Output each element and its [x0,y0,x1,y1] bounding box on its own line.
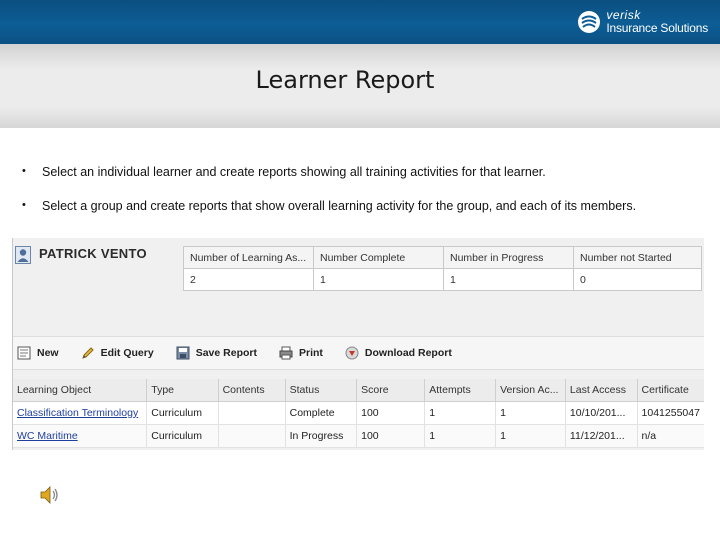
download-report-label: Download Report [364,347,452,359]
edit-query-button[interactable]: Edit Query [81,346,154,360]
grid-cell [218,424,286,448]
summary-header-cell: Number of Learning As... [183,246,314,269]
grid-cell: 11/12/201... [565,424,638,448]
grid-cell: 10/10/201... [565,401,638,425]
summary-value-cell: 1 [313,268,444,291]
learning-object-link[interactable]: WC Maritime [17,430,78,442]
save-report-button[interactable]: Save Report [176,346,257,360]
verisk-logo-icon [578,11,601,33]
printer-icon [279,346,293,360]
bullet-text: Select a group and create reports that s… [42,199,637,213]
brand-subname: Insurance Solutions [606,21,708,35]
grid-cell: 100 [356,401,426,425]
brand-header-bar: verisk Insurance Solutions [0,0,720,44]
new-label: New [37,347,59,359]
slide-title: Learner Report [255,66,435,94]
learner-report-screenshot: PATRICK VENTO Number of Learning As... N… [12,238,704,450]
summary-header-cell: Number not Started [573,246,702,269]
grid-header-cell[interactable]: Attempts [424,379,497,402]
report-toolbar: New Edit Query Save Report Print Downloa… [13,336,704,370]
grid-header-cell[interactable]: Type [146,379,219,402]
print-button[interactable]: Print [279,346,323,360]
grid-cell: Curriculum [146,424,219,448]
grid-cell: Curriculum [146,401,219,425]
edit-query-label: Edit Query [100,347,154,359]
learner-summary-table: Number of Learning As... Number Complete… [183,246,702,291]
summary-value-row: 2 1 1 0 [183,268,702,291]
save-icon [176,346,190,360]
grid-header-cell[interactable]: Score [356,379,426,402]
grid-header-cell[interactable]: Contents [218,379,286,402]
learner-header: PATRICK VENTO Number of Learning As... N… [13,238,704,336]
pencil-icon [81,347,94,359]
learning-activity-grid: Learning Object Type Contents Status Sco… [13,379,704,448]
person-icon [15,246,31,264]
summary-value-cell: 0 [573,268,702,291]
grid-cell: 100 [356,424,426,448]
grid-cell: 1 [424,424,497,448]
grid-cell: n/a [637,424,704,448]
grid-header-cell[interactable]: Learning Object [13,379,148,402]
summary-header-cell: Number Complete [313,246,444,269]
learning-object-link[interactable]: Classification Terminology [17,407,138,419]
grid-cell: 1 [424,401,497,425]
learning-object-cell[interactable]: Classification Terminology [13,401,148,425]
bullet-text: Select an individual learner and create … [42,165,546,179]
grid-header-cell[interactable]: Version Ac... [495,379,566,402]
download-icon [345,346,359,360]
bullet-dot: • [22,165,26,177]
grid-cell: 1041255047 [637,401,704,425]
grid-cell: Complete [285,401,358,425]
bullet-item: • Select a group and create reports that… [22,199,712,213]
summary-value-cell: 2 [183,268,314,291]
grid-header-cell[interactable]: Last Access [565,379,638,402]
new-button[interactable]: New [17,346,59,360]
grid-header-row: Learning Object Type Contents Status Sco… [13,379,704,402]
speaker-icon[interactable] [38,483,62,507]
learner-name: PATRICK VENTO [39,246,147,261]
grid-cell [218,401,286,425]
grid-header-cell[interactable]: Status [285,379,358,402]
grid-header-cell[interactable]: Certificate [637,379,704,402]
summary-header-row: Number of Learning As... Number Complete… [183,246,702,269]
summary-header-cell: Number in Progress [443,246,574,269]
download-report-button[interactable]: Download Report [345,346,452,360]
bullet-item: • Select an individual learner and creat… [22,165,712,179]
grid-cell: In Progress [285,424,358,448]
grid-cell: 1 [495,401,566,425]
verisk-logo: verisk Insurance Solutions [577,6,708,38]
bullet-dot: • [22,199,26,211]
summary-value-cell: 1 [443,268,574,291]
grid-cell: 1 [495,424,566,448]
table-row[interactable]: Classification Terminology Curriculum Co… [13,401,704,425]
learning-object-cell[interactable]: WC Maritime [13,424,148,448]
new-document-icon [17,346,31,360]
print-label: Print [298,347,323,359]
title-band: Learner Report [0,44,720,128]
table-row[interactable]: WC Maritime Curriculum In Progress 100 1… [13,424,704,448]
save-report-label: Save Report [195,347,257,359]
